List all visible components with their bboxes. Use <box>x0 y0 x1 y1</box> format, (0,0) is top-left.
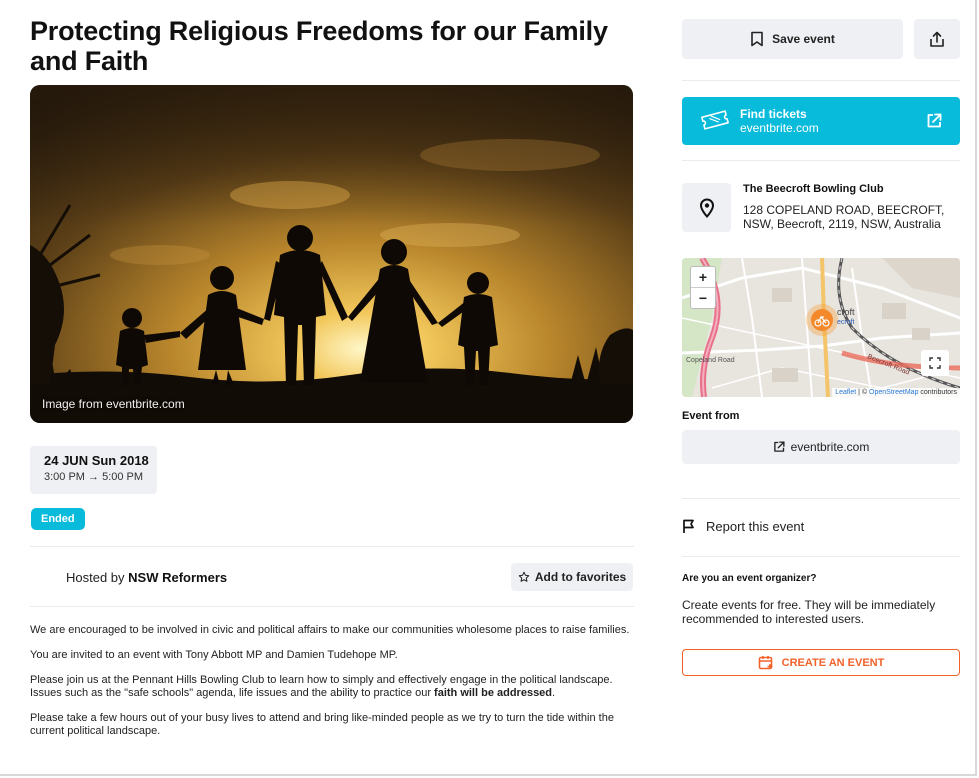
description-bold-text: faith will be addressed <box>434 687 553 699</box>
map-label-place: croft <box>837 307 855 317</box>
divider <box>682 498 960 499</box>
map-zoom-control: + − <box>690 266 716 309</box>
create-event-button[interactable]: CREATE AN EVENT <box>682 649 960 676</box>
save-event-label: Save event <box>772 32 835 46</box>
event-source-label: eventbrite.com <box>790 440 870 454</box>
favorites-label: Add to favorites <box>534 570 627 584</box>
tickets-site: eventbrite.com <box>740 121 819 135</box>
host-name[interactable]: NSW Reformers <box>128 570 227 585</box>
hosted-by: Hosted by NSW Reformers <box>66 570 227 585</box>
organizer-text: Create events for free. They will be imm… <box>682 598 936 626</box>
report-event-link[interactable]: Report this event <box>682 519 804 534</box>
event-date: 24 JUN Sun 2018 <box>44 453 149 468</box>
divider <box>682 80 960 81</box>
map-tiles: Copeland Road croft ecroft Beecroft Road <box>682 258 960 397</box>
calendar-add-icon <box>758 656 773 670</box>
map-pin-icon <box>699 198 714 218</box>
add-to-favorites-button[interactable]: Add to favorites <box>511 563 633 591</box>
description-text: . <box>552 687 556 699</box>
divider <box>682 556 960 557</box>
divider <box>30 606 634 607</box>
date-box: 24 JUN Sun 2018 3:00 PM → 5:00 PM <box>30 446 157 494</box>
expand-icon <box>929 357 941 369</box>
external-link-icon <box>773 441 785 452</box>
event-main: Protecting Religious Freedoms for our Fa… <box>30 0 634 423</box>
description-paragraph: Please take a few hours out of your busy… <box>30 712 614 737</box>
image-caption: Image from eventbrite.com <box>42 397 185 411</box>
zoom-out-button[interactable]: − <box>691 288 715 308</box>
event-from-label: Event from <box>682 410 740 422</box>
map-attribution: Leaflet | © OpenStreetMap contributors <box>832 388 960 397</box>
organizer-question: Are you an event organizer? <box>682 573 817 584</box>
osm-link[interactable]: OpenStreetMap <box>869 389 918 396</box>
description-paragraph: We are encouraged to be involved in civi… <box>30 624 630 636</box>
create-event-label: CREATE AN EVENT <box>781 656 885 669</box>
map-label-road: Copeland Road <box>686 357 735 364</box>
venue-map[interactable]: Copeland Road croft ecroft Beecroft Road… <box>682 258 960 397</box>
report-event-label: Report this event <box>706 519 805 534</box>
find-tickets-label: Find tickets <box>740 107 807 121</box>
description-paragraph: Please join us at the Pennant Hills Bowl… <box>30 674 634 700</box>
ticket-icon <box>701 110 729 130</box>
event-description: We are encouraged to be involved in civi… <box>30 624 634 750</box>
divider <box>30 546 634 547</box>
event-image: Image from eventbrite.com <box>30 85 633 423</box>
hosted-prefix: Hosted by <box>66 570 129 585</box>
external-link-icon <box>927 113 942 128</box>
save-event-button[interactable]: Save event <box>682 19 903 59</box>
event-title: Protecting Religious Freedoms for our Fa… <box>30 16 608 76</box>
description-paragraph: You are invited to an event with Tony Ab… <box>30 649 398 661</box>
zoom-in-button[interactable]: + <box>691 267 715 288</box>
family-silhouette-image <box>30 85 633 423</box>
share-button[interactable] <box>914 19 960 59</box>
divider <box>682 160 960 161</box>
bookmark-icon <box>751 31 763 47</box>
venue-name: The Beecroft Bowling Club <box>743 183 884 195</box>
map-marker[interactable] <box>806 304 838 336</box>
venue-address: 128 COPELAND ROAD, BEECROFT, NSW, Beecro… <box>743 203 945 231</box>
flag-icon <box>683 519 694 533</box>
attribution-tail: contributors <box>918 389 957 396</box>
star-icon <box>518 571 530 582</box>
share-icon <box>930 31 944 47</box>
attribution-separator: | © <box>856 389 870 396</box>
location-icon-box <box>682 183 731 232</box>
find-tickets-button[interactable]: Find tickets eventbrite.com <box>682 97 960 145</box>
event-time: 3:00 PM → 5:00 PM <box>44 471 144 483</box>
event-source-button[interactable]: eventbrite.com <box>682 430 960 464</box>
status-badge: Ended <box>31 508 85 530</box>
leaflet-link[interactable]: Leaflet <box>835 389 856 396</box>
map-expand-button[interactable] <box>921 350 949 376</box>
map-label-place2: ecroft <box>837 319 855 326</box>
